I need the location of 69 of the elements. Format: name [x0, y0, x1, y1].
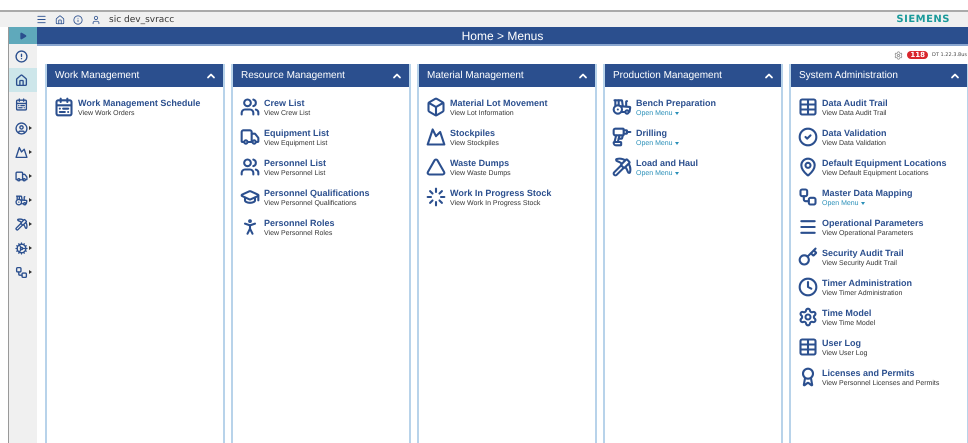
panel-title: System Administration: [799, 70, 898, 81]
tractor-icon: [15, 194, 28, 206]
crew-icon[interactable]: [240, 97, 260, 117]
people-icon[interactable]: [240, 157, 260, 177]
breadcrumb-bar: Home > Menus: [37, 27, 968, 46]
menu-link[interactable]: User Log: [822, 337, 868, 349]
schedule-icon: [15, 98, 28, 110]
home-icon[interactable]: [55, 14, 65, 24]
network-icon[interactable]: [798, 187, 818, 207]
mountain-icon[interactable]: [426, 127, 446, 147]
settings-icon[interactable]: [798, 307, 818, 327]
play-icon: [19, 32, 27, 40]
lines-icon[interactable]: [798, 217, 818, 237]
gears-icon: [15, 242, 28, 254]
menu-link[interactable]: Master Data Mapping: [822, 187, 913, 199]
pickaxe-icon: [15, 218, 28, 230]
pickaxe-icon[interactable]: [612, 157, 632, 177]
tractor-icon[interactable]: [612, 97, 632, 117]
box-icon[interactable]: [426, 97, 446, 117]
person-icon: [15, 122, 28, 134]
menu-link[interactable]: Crew List: [264, 97, 310, 109]
menu-link[interactable]: Operational Parameters: [822, 217, 924, 229]
user-name: sic dev_svracc: [109, 14, 174, 24]
map-pin-icon[interactable]: [798, 157, 818, 177]
menu-link[interactable]: Personnel List: [264, 157, 326, 169]
panel-title: Resource Management: [241, 70, 345, 81]
panel-title: Material Management: [427, 70, 524, 81]
panel-title: Work Management: [55, 70, 140, 81]
sidebar-toggle[interactable]: [9, 27, 37, 44]
menu-link[interactable]: Licenses and Permits: [822, 367, 940, 379]
info-icon[interactable]: [73, 14, 83, 24]
settings-icon[interactable]: [894, 50, 904, 60]
menu-link[interactable]: Personnel Qualifications: [264, 187, 370, 199]
menu-link[interactable]: Equipment List: [264, 127, 329, 139]
truck-icon: [15, 170, 28, 182]
menu-link[interactable]: Bench Preparation: [636, 97, 716, 109]
menu-link[interactable]: Data Validation: [822, 127, 887, 139]
alert-icon: [15, 50, 28, 62]
clock-icon[interactable]: [798, 277, 818, 297]
check-icon[interactable]: [798, 127, 818, 147]
drill-icon[interactable]: [612, 127, 632, 147]
mountain-icon: [15, 146, 28, 158]
brand-logo: SIEMENS: [896, 14, 950, 25]
user-icon[interactable]: [91, 14, 101, 24]
menu-link[interactable]: Material Lot Movement: [450, 97, 548, 109]
table-icon[interactable]: [798, 97, 818, 117]
menu-link[interactable]: Load and Haul: [636, 157, 698, 169]
network-icon: [15, 266, 28, 278]
home-icon: [15, 74, 28, 86]
mound-icon[interactable]: [426, 157, 446, 177]
menu-link[interactable]: Stockpiles: [450, 127, 499, 139]
table-icon[interactable]: [798, 337, 818, 357]
menu-link[interactable]: Security Audit Trail: [822, 247, 904, 259]
menu-link[interactable]: Time Model: [822, 307, 876, 319]
menu-link[interactable]: Personnel Roles: [264, 217, 335, 229]
schedule-icon[interactable]: [54, 97, 74, 117]
menu-icon[interactable]: [36, 14, 47, 25]
menu-link[interactable]: Work Management Schedule: [78, 97, 200, 109]
menu-link[interactable]: Drilling: [636, 127, 679, 139]
key-icon[interactable]: [798, 247, 818, 267]
menu-link[interactable]: Work In Progress Stock: [450, 187, 552, 199]
sidebar-item[interactable]: [9, 68, 37, 92]
panel-title: Production Management: [613, 70, 722, 81]
graduation-cap-icon[interactable]: [240, 187, 260, 207]
menu-link[interactable]: Data Audit Trail: [822, 97, 888, 109]
truck-icon[interactable]: [240, 127, 260, 147]
menu-link[interactable]: Timer Administration: [822, 277, 912, 289]
menu-link[interactable]: Waste Dumps: [450, 157, 511, 169]
menu-link[interactable]: Default Equipment Locations: [822, 157, 947, 169]
